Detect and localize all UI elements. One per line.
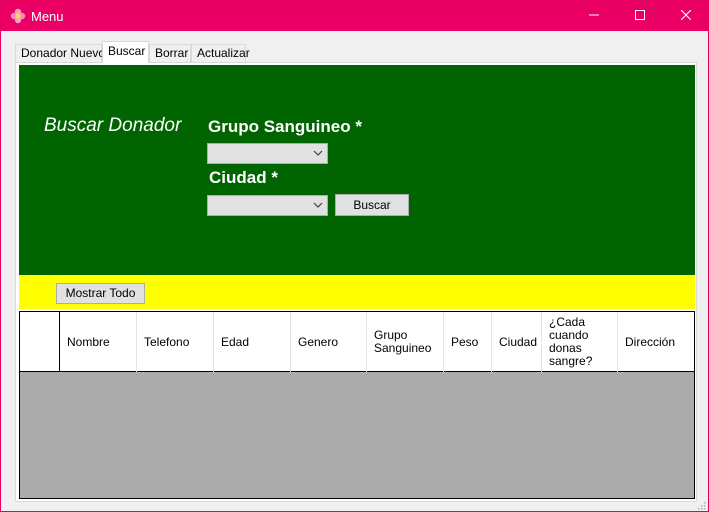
chevron-down-icon xyxy=(312,147,324,159)
resize-grip-icon[interactable] xyxy=(696,499,706,510)
app-window: Menu Donador Nuevo Buscar Borrar Actuali… xyxy=(0,0,709,512)
close-button[interactable] xyxy=(663,1,709,31)
tab-borrar[interactable]: Borrar xyxy=(149,44,191,63)
column-header-ciudad[interactable]: Ciudad xyxy=(492,312,542,372)
search-button[interactable]: Buscar xyxy=(335,194,409,216)
panel-heading: Buscar Donador xyxy=(44,115,182,136)
column-header-nombre[interactable]: Nombre xyxy=(60,312,137,372)
column-header-frecuencia[interactable]: ¿Cada cuando donas sangre? xyxy=(542,312,618,372)
tab-actualizar[interactable]: Actualizar xyxy=(191,44,250,63)
column-header-grupo-sanguineo[interactable]: Grupo Sanguineo xyxy=(367,312,444,372)
row-header-corner[interactable] xyxy=(20,312,60,372)
donor-grid[interactable]: Nombre Telefono Edad Genero Grupo Sangui… xyxy=(19,311,695,499)
chevron-down-icon xyxy=(312,199,324,211)
grid-header: Nombre Telefono Edad Genero Grupo Sangui… xyxy=(20,312,694,372)
flower-icon xyxy=(10,8,26,24)
minimize-icon xyxy=(589,9,599,23)
column-header-telefono[interactable]: Telefono xyxy=(137,312,214,372)
maximize-button[interactable] xyxy=(617,1,663,31)
column-header-peso[interactable]: Peso xyxy=(444,312,492,372)
blood-group-select[interactable] xyxy=(207,143,328,164)
column-header-genero[interactable]: Genero xyxy=(291,312,367,372)
blood-group-label: Grupo Sanguineo * xyxy=(208,117,362,136)
maximize-icon xyxy=(635,9,645,23)
tab-panel-buscar: Buscar Donador Grupo Sanguineo * Ciudad … xyxy=(15,62,697,502)
tab-donador-nuevo[interactable]: Donador Nuevo xyxy=(15,44,105,63)
column-header-direccion[interactable]: Dirección xyxy=(618,312,694,372)
title-bar[interactable]: Menu xyxy=(1,1,708,31)
close-icon xyxy=(680,9,692,23)
toolbar: Mostrar Todo xyxy=(19,275,695,309)
search-panel: Buscar Donador Grupo Sanguineo * Ciudad … xyxy=(19,65,695,276)
city-label: Ciudad * xyxy=(209,168,278,187)
show-all-button[interactable]: Mostrar Todo xyxy=(56,283,145,304)
window-title: Menu xyxy=(31,9,64,24)
column-header-edad[interactable]: Edad xyxy=(214,312,291,372)
tab-buscar[interactable]: Buscar xyxy=(102,41,149,63)
minimize-button[interactable] xyxy=(571,1,617,31)
city-select[interactable] xyxy=(207,195,328,216)
